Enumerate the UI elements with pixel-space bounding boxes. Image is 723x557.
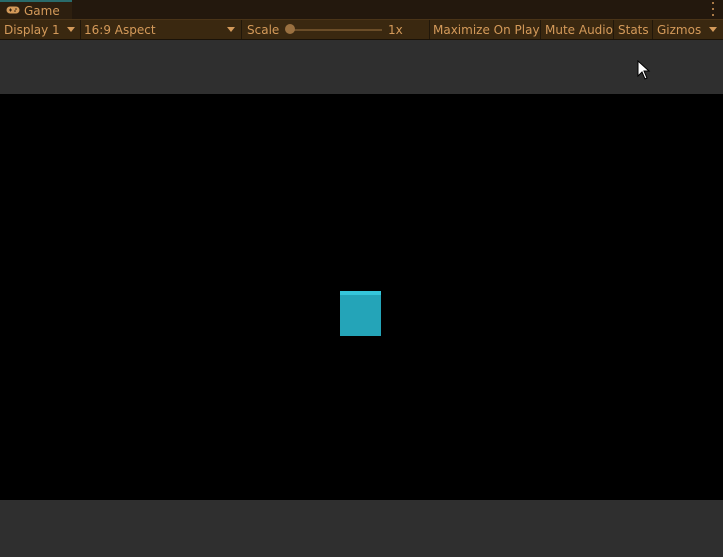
divider	[540, 20, 541, 39]
aspect-dropdown[interactable]: 16:9 Aspect	[81, 20, 241, 39]
letterbox-top	[0, 40, 723, 94]
scale-value: 1x	[388, 22, 403, 37]
divider	[613, 20, 614, 39]
divider	[241, 20, 242, 39]
mute-audio-button[interactable]: Mute Audio	[545, 20, 613, 39]
scale-slider-track[interactable]	[289, 29, 382, 31]
display-dropdown[interactable]: Display 1	[0, 20, 79, 39]
game-toolbar: Display 1 16:9 Aspect Scale 1x Maximize …	[0, 19, 723, 40]
gizmos-button[interactable]: Gizmos	[657, 20, 701, 39]
maximize-on-play-button[interactable]: Maximize On Play	[433, 20, 540, 39]
gamepad-icon	[6, 4, 20, 18]
tab-bar: Game	[0, 0, 723, 19]
aspect-label: 16:9 Aspect	[84, 22, 156, 37]
scale-label: Scale	[247, 22, 280, 37]
divider	[429, 20, 430, 39]
scale-slider-thumb[interactable]	[285, 24, 295, 34]
cube-object	[340, 291, 381, 336]
kebab-menu-icon[interactable]	[711, 2, 715, 16]
tab-title: Game	[24, 3, 60, 18]
display-label: Display 1	[4, 22, 60, 37]
game-viewport[interactable]	[0, 94, 723, 500]
gizmos-dropdown-icon[interactable]	[709, 27, 717, 32]
divider	[652, 20, 653, 39]
chevron-down-icon	[227, 27, 235, 32]
chevron-down-icon	[67, 27, 75, 32]
letterbox-bottom	[0, 500, 723, 557]
tab-game[interactable]: Game	[0, 0, 72, 19]
mouse-cursor-icon	[637, 60, 651, 80]
stats-button[interactable]: Stats	[618, 20, 649, 39]
